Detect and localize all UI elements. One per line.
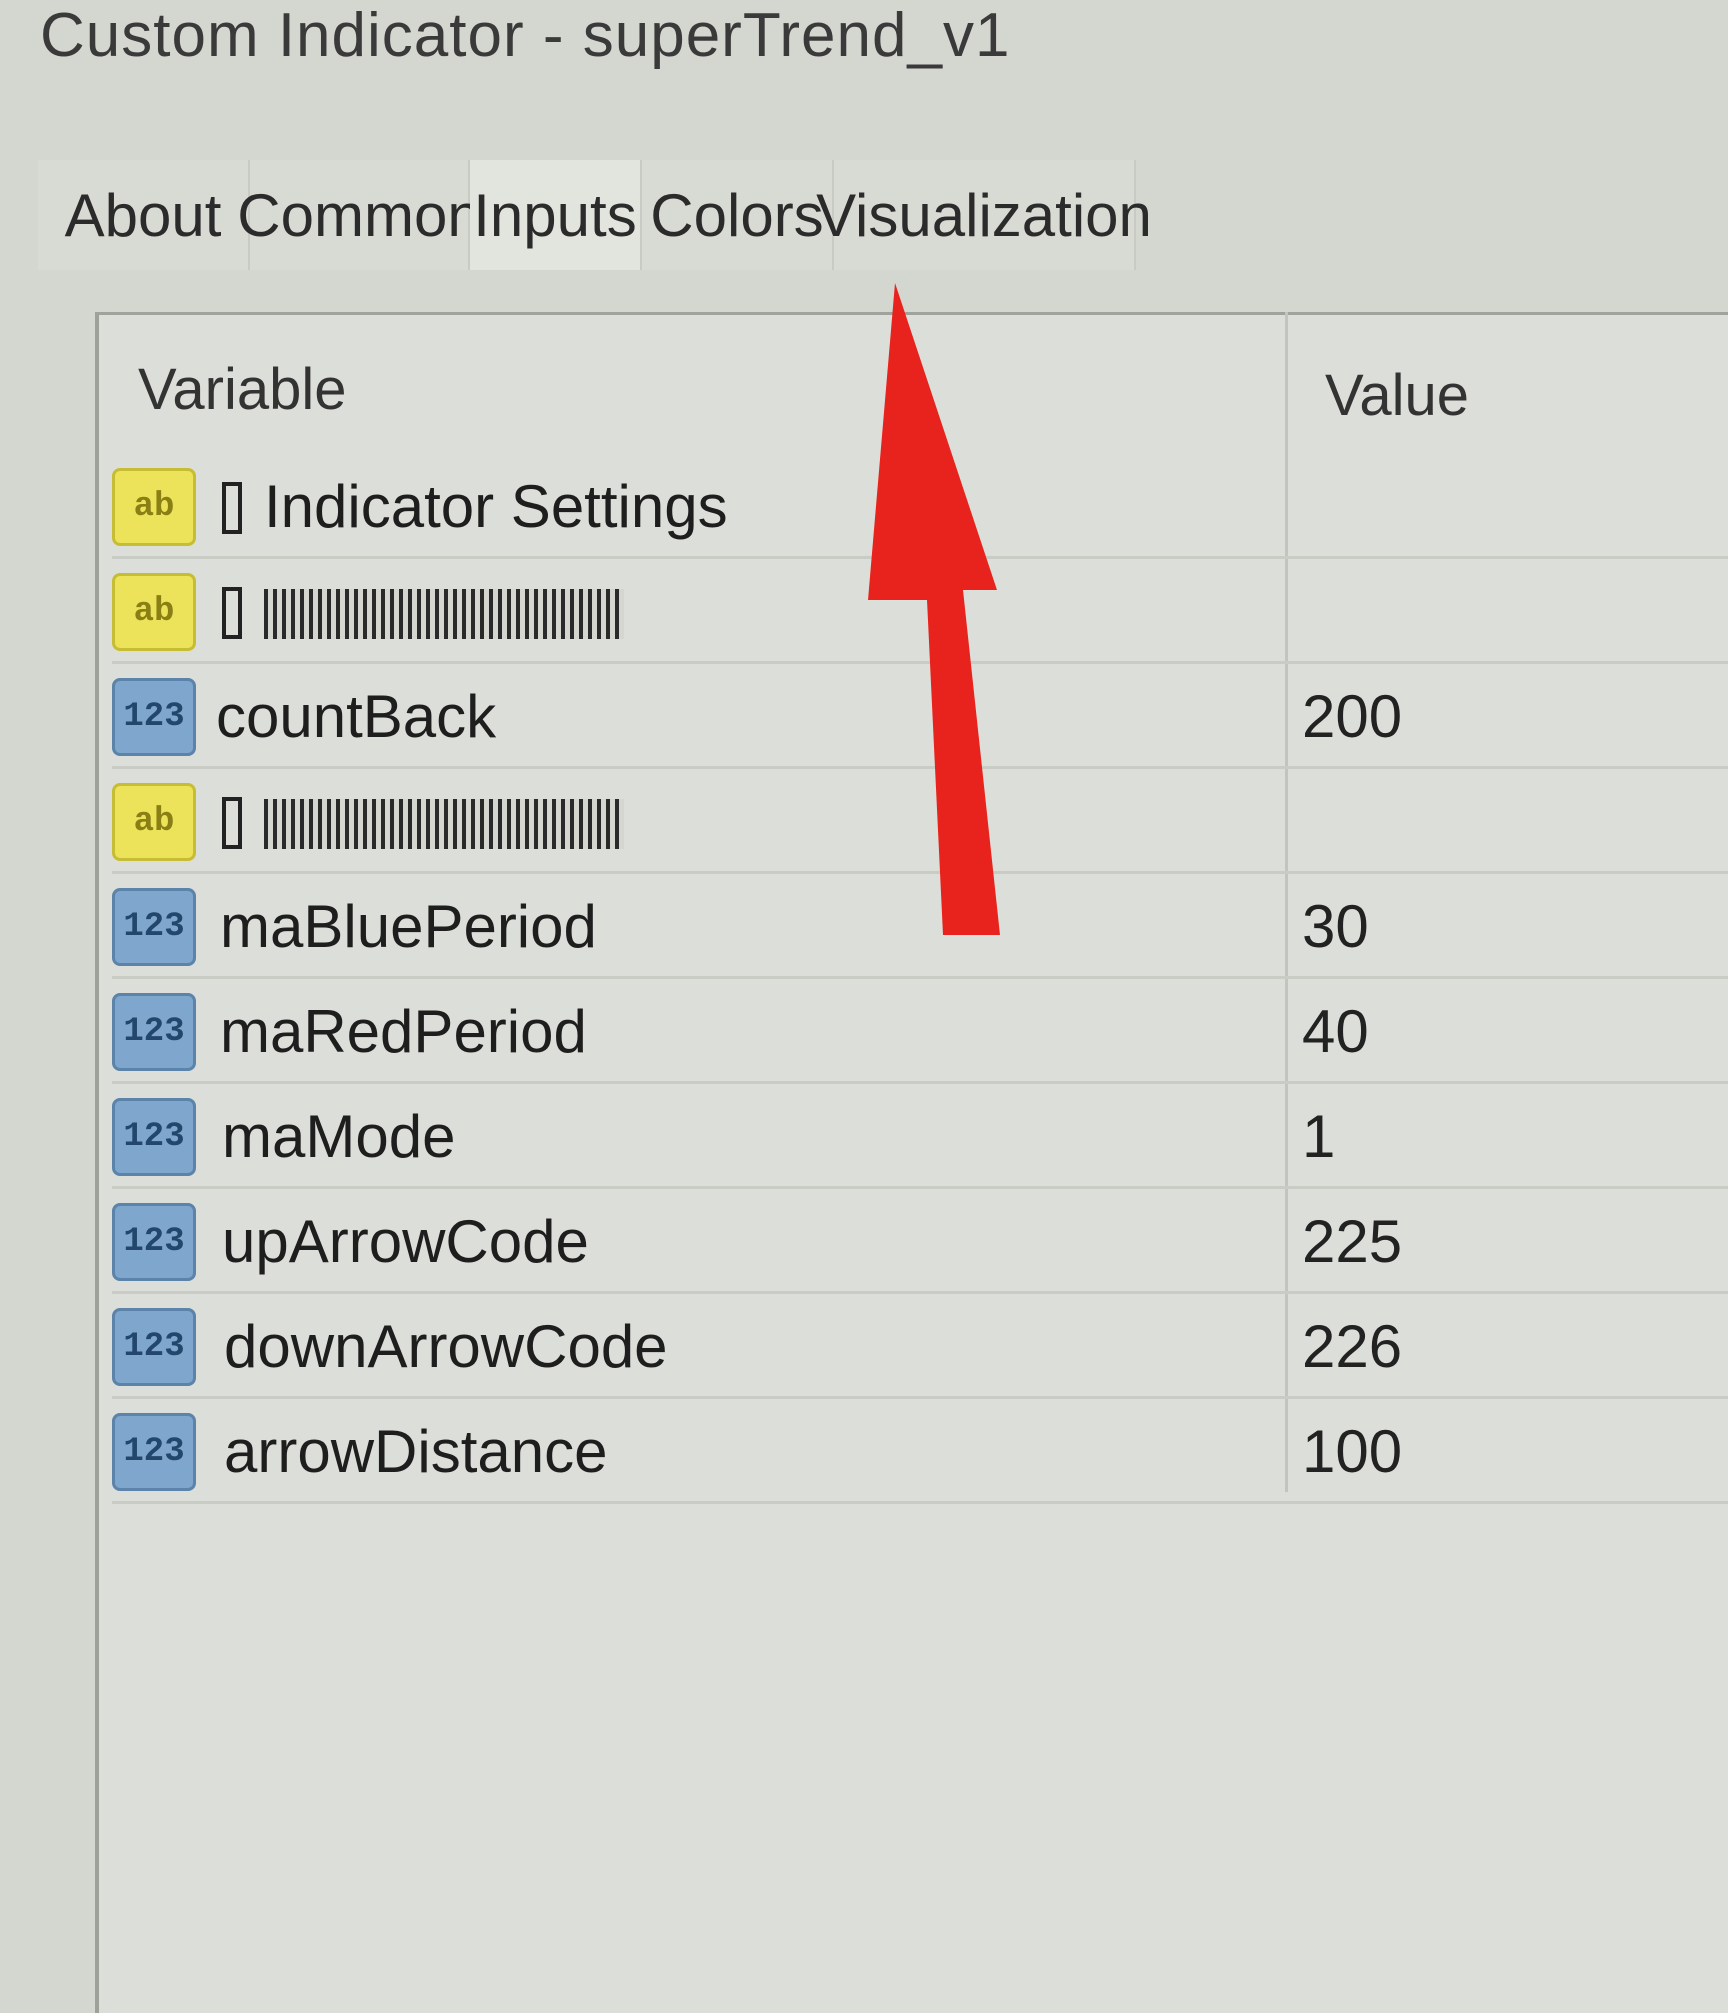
placeholder-glyph-icon <box>222 482 242 534</box>
table-row[interactable]: 123 upArrowCode 225 <box>112 1191 1728 1294</box>
tab-colors[interactable]: Colors <box>642 160 834 270</box>
variable-value[interactable]: 226 <box>1302 1296 1402 1396</box>
table-row[interactable]: 123 maRedPeriod 40 <box>112 981 1728 1084</box>
number-type-icon: 123 <box>112 1098 196 1176</box>
variable-value[interactable]: 1 <box>1302 1086 1335 1186</box>
table-row[interactable]: ab <box>112 561 1728 664</box>
unrendered-glyphs-icon <box>264 799 624 849</box>
tab-common[interactable]: Common <box>237 160 481 270</box>
placeholder-glyph-icon <box>222 797 242 849</box>
table-row[interactable]: 123 downArrowCode 226 <box>112 1296 1728 1399</box>
variable-name: maMode <box>222 1102 456 1170</box>
variable-value[interactable]: 100 <box>1302 1401 1402 1501</box>
number-type-icon: 123 <box>112 993 196 1071</box>
variable-name: downArrowCode <box>224 1312 668 1380</box>
column-header-value[interactable]: Value <box>1325 362 1469 429</box>
table-row[interactable]: 123 countBack 200 <box>112 666 1728 769</box>
variable-name: maBluePeriod <box>220 892 597 960</box>
string-type-icon: ab <box>112 468 196 546</box>
variable-name: arrowDistance <box>224 1417 608 1485</box>
column-header-variable[interactable]: Variable <box>138 356 347 423</box>
number-type-icon: 123 <box>112 678 196 756</box>
variable-value[interactable]: 30 <box>1302 876 1369 976</box>
variable-value[interactable]: 200 <box>1302 666 1402 766</box>
variable-value[interactable]: 40 <box>1302 981 1369 1081</box>
placeholder-glyph-icon <box>222 587 242 639</box>
tab-inputs[interactable]: Inputs <box>470 160 642 270</box>
tab-bar: About Common Inputs Colors Visualization <box>38 160 1728 270</box>
table-row[interactable]: 123 arrowDistance 100 <box>112 1401 1728 1504</box>
number-type-icon: 123 <box>112 1203 196 1281</box>
variable-name: maRedPeriod <box>220 997 587 1065</box>
string-type-icon: ab <box>112 783 196 861</box>
window-title: Custom Indicator - superTrend_v1 <box>40 1 1011 70</box>
string-type-icon: ab <box>112 573 196 651</box>
table-row[interactable]: 123 maMode 1 <box>112 1086 1728 1189</box>
number-type-icon: 123 <box>112 888 196 966</box>
table-row[interactable]: ab <box>112 771 1728 874</box>
table-row[interactable]: ab Indicator Settings <box>112 456 1728 559</box>
variable-name: Indicator Settings <box>264 472 728 540</box>
tab-visualization[interactable]: Visualization <box>816 160 1152 270</box>
variable-value[interactable]: 225 <box>1302 1191 1402 1291</box>
tab-about[interactable]: About <box>38 160 250 270</box>
unrendered-glyphs-icon <box>264 589 624 639</box>
table-row[interactable]: 123 maBluePeriod 30 <box>112 876 1728 979</box>
number-type-icon: 123 <box>112 1308 196 1386</box>
variable-name: countBack <box>216 682 497 750</box>
number-type-icon: 123 <box>112 1413 196 1491</box>
variable-name: upArrowCode <box>222 1207 589 1275</box>
